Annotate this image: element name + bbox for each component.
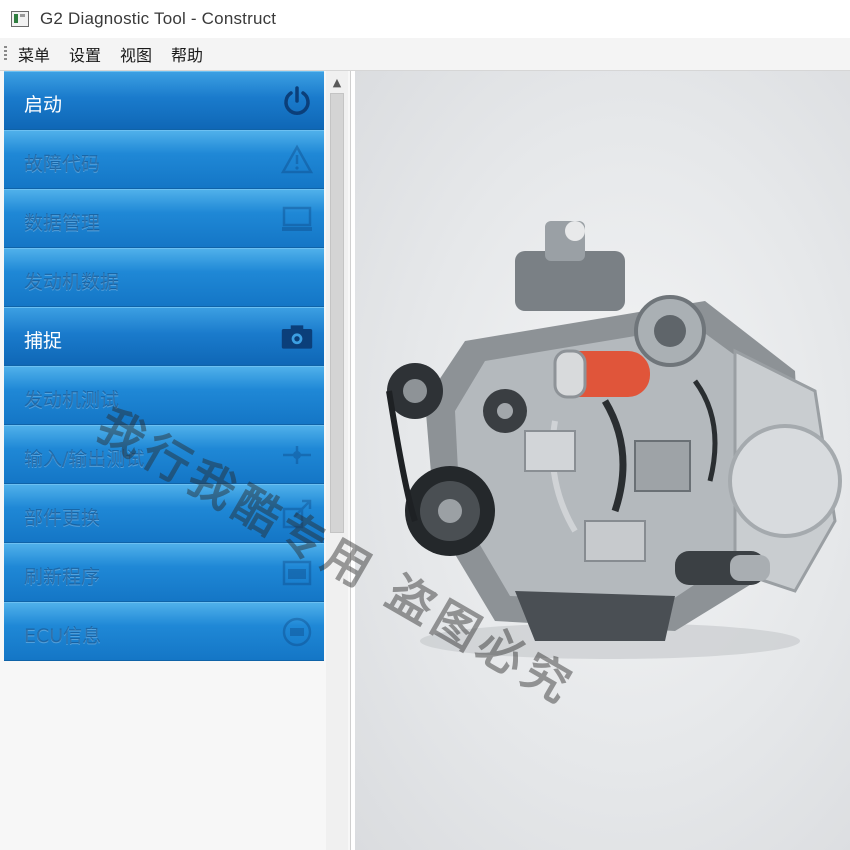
window-title: G2 Diagnostic Tool - Construct — [40, 9, 277, 28]
toolbar-grip-icon[interactable] — [4, 46, 7, 62]
nav-label: 刷新程序 — [24, 566, 101, 588]
nav-label: 数据管理 — [24, 212, 101, 234]
camera-icon — [280, 320, 314, 354]
nav-label: 输入/输出测试 — [24, 448, 145, 470]
ecu-icon — [280, 615, 314, 649]
nav-item-capture[interactable]: 捕捉 — [4, 307, 324, 366]
nav-label: 部件更换 — [24, 507, 101, 529]
nav-label: 发动机测试 — [24, 389, 120, 411]
chip-icon — [280, 556, 314, 590]
nav-item-io-test[interactable]: 输入/输出测试 — [4, 425, 324, 484]
nav-label: 启动 — [24, 94, 63, 116]
menu-bar: 菜单 设置 视图 帮助 — [0, 38, 850, 71]
navigation-panel: 启动 故障代码 数据管理 发动机数据 捕捉 发动机测试 输入/输出测试 部件更换… — [0, 71, 351, 850]
nav-label: 故障代码 — [24, 153, 101, 175]
nav-item-part-replacement[interactable]: 部件更换 — [4, 484, 324, 543]
nav-item-start[interactable]: 启动 — [4, 71, 324, 130]
app-icon — [11, 11, 29, 27]
menu-item-settings[interactable]: 设置 — [68, 40, 102, 68]
engine-illustration — [386, 221, 842, 659]
menu-item-help[interactable]: 帮助 — [170, 40, 204, 68]
scroll-thumb[interactable] — [330, 93, 344, 533]
scroll-up-arrow-icon[interactable]: ▲ — [328, 75, 346, 91]
nav-label: ECU信息 — [24, 625, 102, 647]
nav-item-ecu-info[interactable]: ECU信息 — [4, 602, 324, 661]
power-icon — [280, 84, 314, 118]
main-display-area — [355, 71, 850, 850]
vertical-scrollbar[interactable]: ▲ — [326, 71, 348, 850]
connector-icon — [280, 438, 314, 472]
menu-item-view[interactable]: 视图 — [119, 40, 153, 68]
wrench-icon — [280, 497, 314, 531]
nav-list: 启动 故障代码 数据管理 发动机数据 捕捉 发动机测试 输入/输出测试 部件更换… — [4, 71, 324, 661]
nav-item-engine-data[interactable]: 发动机数据 — [4, 248, 324, 307]
nav-item-flash-program[interactable]: 刷新程序 — [4, 543, 324, 602]
nav-label: 捕捉 — [24, 330, 63, 352]
title-bar: G2 Diagnostic Tool - Construct — [0, 0, 850, 38]
nav-item-engine-test[interactable]: 发动机测试 — [4, 366, 324, 425]
monitor-icon — [280, 202, 314, 236]
menu-item-menu[interactable]: 菜单 — [17, 40, 51, 68]
nav-item-fault-codes[interactable]: 故障代码 — [4, 130, 324, 189]
nav-label: 发动机数据 — [24, 271, 120, 293]
nav-item-data-management[interactable]: 数据管理 — [4, 189, 324, 248]
warning-icon — [280, 143, 314, 177]
